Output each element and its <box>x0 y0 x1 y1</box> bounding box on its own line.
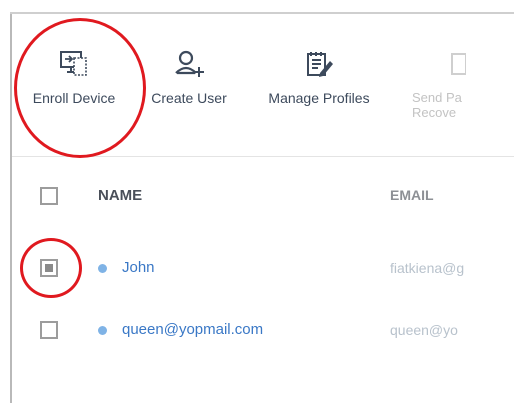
user-email: fiatkiena@g <box>390 260 465 276</box>
status-dot-icon <box>98 264 107 273</box>
enroll-device-highlight-ring <box>14 18 146 158</box>
status-dot-icon <box>98 326 107 335</box>
table-row[interactable]: queen@yopmail.com queen@yo <box>12 304 514 356</box>
create-user-icon <box>144 44 234 84</box>
user-email: queen@yo <box>390 322 458 338</box>
select-all-checkbox[interactable] <box>40 187 58 205</box>
column-header-name[interactable]: NAME <box>98 187 142 204</box>
table-header: NAME EMAIL <box>12 170 514 222</box>
create-user-button[interactable]: Create User <box>144 44 234 106</box>
manage-profiles-label: Manage Profiles <box>268 90 370 106</box>
manage-profiles-button[interactable]: Manage Profiles <box>257 44 381 106</box>
row-checkbox[interactable] <box>40 321 58 339</box>
user-name-link[interactable]: John <box>122 259 155 276</box>
send-password-label: Send Pa Recove <box>412 90 492 120</box>
user-name-link[interactable]: queen@yopmail.com <box>122 321 263 338</box>
create-user-label: Create User <box>151 90 227 106</box>
send-password-icon <box>412 44 492 84</box>
send-password-label-line2: Recove <box>412 105 457 120</box>
table-row[interactable]: John fiatkiena@g <box>12 242 514 294</box>
checkbox-highlight-ring <box>20 238 82 298</box>
send-password-recovery-button[interactable]: Send Pa Recove <box>412 44 492 120</box>
manage-profiles-icon <box>257 44 381 84</box>
send-password-label-line1: Send Pa <box>412 90 462 105</box>
column-header-email[interactable]: EMAIL <box>390 187 434 203</box>
